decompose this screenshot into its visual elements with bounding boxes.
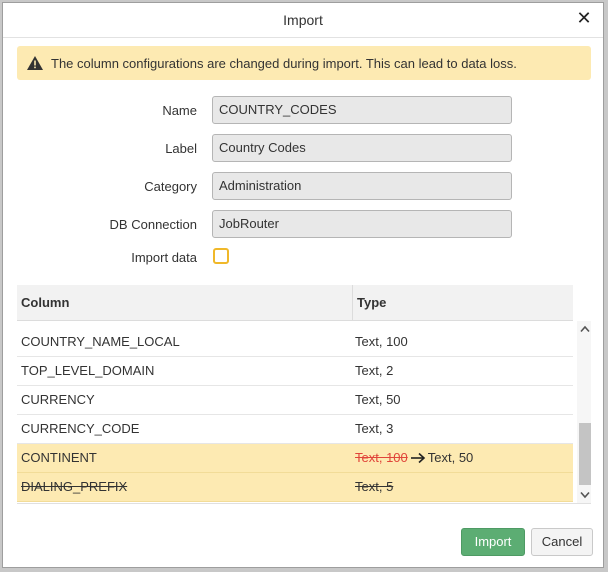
type-header[interactable]: Type xyxy=(352,285,572,320)
dialog-titlebar: Import ✕ xyxy=(3,3,603,38)
columns-table: Column Type COUNTRY_NAME_LOCAL Text, 100… xyxy=(17,285,591,504)
column-cell: CURRENCY xyxy=(21,392,95,407)
column-cell: CURRENCY_CODE xyxy=(21,421,140,436)
column-cell: CONTINENT xyxy=(21,450,97,465)
category-label: Category xyxy=(144,179,197,194)
old-type-value: Text, 100 xyxy=(355,450,408,465)
table-body: COUNTRY_NAME_LOCAL Text, 100 TOP_LEVEL_D… xyxy=(17,328,573,502)
column-cell: COUNTRY_NAME_LOCAL xyxy=(21,334,180,349)
close-icon[interactable]: ✕ xyxy=(575,9,593,27)
column-cell: TOP_LEVEL_DOMAIN xyxy=(21,363,155,378)
table-header: Column Type xyxy=(17,285,573,321)
column-cell: DIALING_PREFIX xyxy=(21,479,128,494)
category-field[interactable]: Administration xyxy=(212,172,512,200)
table-row-removed[interactable]: DIALING_PREFIX Text, 5 xyxy=(17,473,573,502)
type-cell: Text, 50 xyxy=(355,392,401,407)
import-data-checkbox[interactable] xyxy=(213,248,229,264)
name-field[interactable]: COUNTRY_CODES xyxy=(212,96,512,124)
import-button[interactable]: Import xyxy=(461,528,525,556)
table-scrollbar[interactable] xyxy=(577,321,591,503)
table-row[interactable]: TOP_LEVEL_DOMAIN Text, 2 xyxy=(17,357,573,386)
warning-text: The column configurations are changed du… xyxy=(51,56,517,71)
import-dialog: Import ✕ The column configurations are c… xyxy=(2,2,604,568)
table-row[interactable]: COUNTRY_NAME_LOCAL Text, 100 xyxy=(17,328,573,357)
warning-banner: The column configurations are changed du… xyxy=(17,46,591,80)
type-cell: Text, 5 xyxy=(355,479,394,494)
column-header[interactable]: Column xyxy=(21,285,351,320)
cancel-button[interactable]: Cancel xyxy=(531,528,593,556)
warning-triangle-icon xyxy=(27,56,43,70)
table-row[interactable]: CURRENCY Text, 50 xyxy=(17,386,573,415)
scrollbar-thumb[interactable] xyxy=(579,423,591,485)
chevron-down-icon[interactable] xyxy=(580,491,590,499)
new-type-value: Text, 50 xyxy=(427,450,474,465)
type-cell: Text, 100 xyxy=(355,334,408,349)
arrow-right-icon xyxy=(410,452,425,463)
label-label: Label xyxy=(165,141,197,156)
db-connection-label: DB Connection xyxy=(109,217,197,232)
table-row-changed[interactable]: CONTINENT Text, 100 Text, 50 xyxy=(17,444,573,473)
table-row[interactable]: CURRENCY_CODE Text, 3 xyxy=(17,415,573,444)
name-label: Name xyxy=(162,103,197,118)
import-data-label: Import data xyxy=(131,250,197,265)
type-change-cell: Text, 100 Text, 50 xyxy=(355,444,473,472)
type-cell: Text, 3 xyxy=(355,421,394,436)
label-field[interactable]: Country Codes xyxy=(212,134,512,162)
db-connection-field[interactable]: JobRouter xyxy=(212,210,512,238)
type-cell: Text, 2 xyxy=(355,363,394,378)
dialog-title: Import xyxy=(283,12,323,28)
chevron-up-icon[interactable] xyxy=(580,325,590,333)
